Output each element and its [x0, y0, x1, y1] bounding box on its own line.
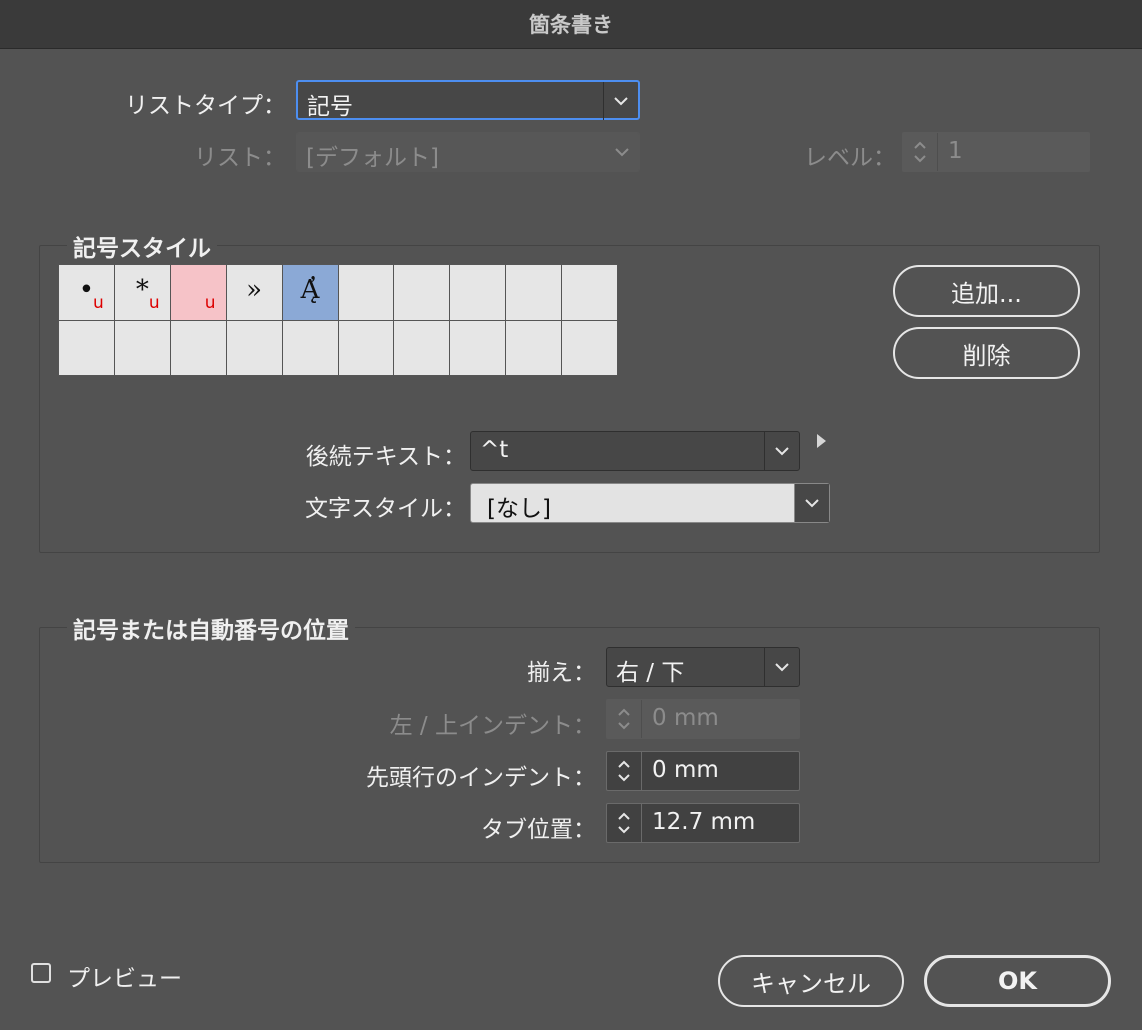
- checkbox-icon[interactable]: [31, 963, 51, 983]
- add-glyph-button[interactable]: 追加...: [893, 265, 1080, 317]
- alignment-value: 右 / 下: [616, 660, 685, 686]
- char-style-dropdown[interactable]: [なし]: [470, 483, 830, 523]
- delete-glyph-button[interactable]: 削除: [893, 327, 1080, 379]
- tab-position-label: タブ位置：: [481, 817, 596, 843]
- position-title: 記号または自動番号の位置: [67, 611, 355, 645]
- stepper-icon[interactable]: [903, 133, 938, 171]
- alignment-dropdown[interactable]: 右 / 下: [606, 647, 800, 687]
- triangle-right-icon[interactable]: [817, 434, 826, 448]
- glyph-cell-empty[interactable]: [114, 320, 170, 375]
- glyph-cell[interactable]: »: [226, 265, 282, 320]
- tab-position-value: 12.7 mm: [652, 809, 756, 835]
- list-type-dropdown[interactable]: 記号: [296, 80, 640, 120]
- stepper-icon[interactable]: [607, 804, 642, 842]
- char-style-label: 文字スタイル：: [305, 496, 466, 522]
- glyph-cell-empty[interactable]: [282, 320, 338, 375]
- list-label: リスト：: [194, 145, 286, 171]
- glyph-cell[interactable]: u: [170, 265, 226, 320]
- first-line-indent-value: 0 mm: [652, 757, 719, 783]
- glyph-char: Ą̓: [300, 275, 320, 305]
- cancel-label: キャンセル: [751, 969, 871, 998]
- glyph-cell[interactable]: * u: [114, 265, 170, 320]
- ok-button[interactable]: OK: [924, 955, 1111, 1007]
- glyph-mark: u: [93, 293, 104, 313]
- glyph-cell-empty[interactable]: [59, 320, 114, 375]
- list-type-value: 記号: [307, 94, 353, 120]
- bullet-glyph-grid: • u * u u » Ą̓: [58, 264, 618, 376]
- glyph-char: •: [78, 275, 95, 305]
- level-stepper[interactable]: 1: [902, 132, 1090, 172]
- glyph-cell-empty[interactable]: [562, 265, 617, 320]
- level-value: 1: [948, 138, 963, 164]
- glyph-cell-empty[interactable]: [562, 320, 617, 375]
- following-text-label: 後続テキスト：: [305, 444, 466, 470]
- add-glyph-label: 追加...: [951, 279, 1022, 308]
- alignment-label: 揃え：: [527, 660, 596, 686]
- glyph-cell-empty[interactable]: [506, 320, 562, 375]
- chevron-down-icon: [605, 133, 639, 171]
- glyph-char: *: [135, 275, 149, 305]
- glyph-mark: u: [204, 293, 216, 313]
- chevron-down-icon: [794, 484, 829, 522]
- glyph-cell-empty[interactable]: [450, 265, 506, 320]
- delete-glyph-label: 削除: [962, 341, 1011, 370]
- chevron-down-icon[interactable]: [764, 432, 799, 470]
- stepper-icon[interactable]: [607, 700, 642, 738]
- left-indent-value: 0 mm: [652, 705, 719, 731]
- tab-position-stepper[interactable]: 12.7 mm: [606, 803, 800, 843]
- chevron-down-icon: [764, 648, 799, 686]
- chevron-down-icon: [603, 82, 638, 120]
- dialog-titlebar: 箇条書き: [0, 0, 1142, 49]
- glyph-cell-empty[interactable]: [450, 320, 506, 375]
- left-indent-stepper[interactable]: 0 mm: [606, 699, 800, 739]
- glyph-cell-selected[interactable]: Ą̓: [282, 265, 338, 320]
- following-text-combobox[interactable]: ^t: [470, 431, 800, 471]
- preview-label[interactable]: プレビュー: [67, 959, 182, 993]
- cancel-button[interactable]: キャンセル: [718, 955, 904, 1007]
- glyph-cell-empty[interactable]: [338, 265, 394, 320]
- level-label: レベル：: [804, 145, 896, 171]
- glyph-cell-empty[interactable]: [338, 320, 394, 375]
- glyph-mark: u: [148, 293, 160, 313]
- dialog-title: 箇条書き: [529, 13, 613, 37]
- glyph-cell-empty[interactable]: [394, 265, 450, 320]
- glyph-cell[interactable]: • u: [59, 265, 114, 320]
- glyph-cell-empty[interactable]: [506, 265, 562, 320]
- left-indent-label: 左 / 上インデント：: [389, 713, 596, 739]
- first-line-indent-label: 先頭行のインデント：: [366, 765, 596, 791]
- glyph-cell-empty[interactable]: [170, 320, 226, 375]
- following-text-value: ^t: [480, 437, 509, 463]
- glyph-char: »: [246, 275, 263, 305]
- list-value: [デフォルト]: [306, 145, 439, 171]
- ok-label: OK: [998, 967, 1037, 995]
- stepper-icon[interactable]: [607, 752, 642, 790]
- bullet-style-title: 記号スタイル: [67, 229, 217, 263]
- char-style-value: [なし]: [487, 496, 551, 522]
- list-type-label: リストタイプ：: [125, 93, 286, 119]
- glyph-cell-empty[interactable]: [226, 320, 282, 375]
- glyph-cell-empty[interactable]: [394, 320, 450, 375]
- list-dropdown[interactable]: [デフォルト]: [296, 132, 640, 172]
- first-line-indent-stepper[interactable]: 0 mm: [606, 751, 800, 791]
